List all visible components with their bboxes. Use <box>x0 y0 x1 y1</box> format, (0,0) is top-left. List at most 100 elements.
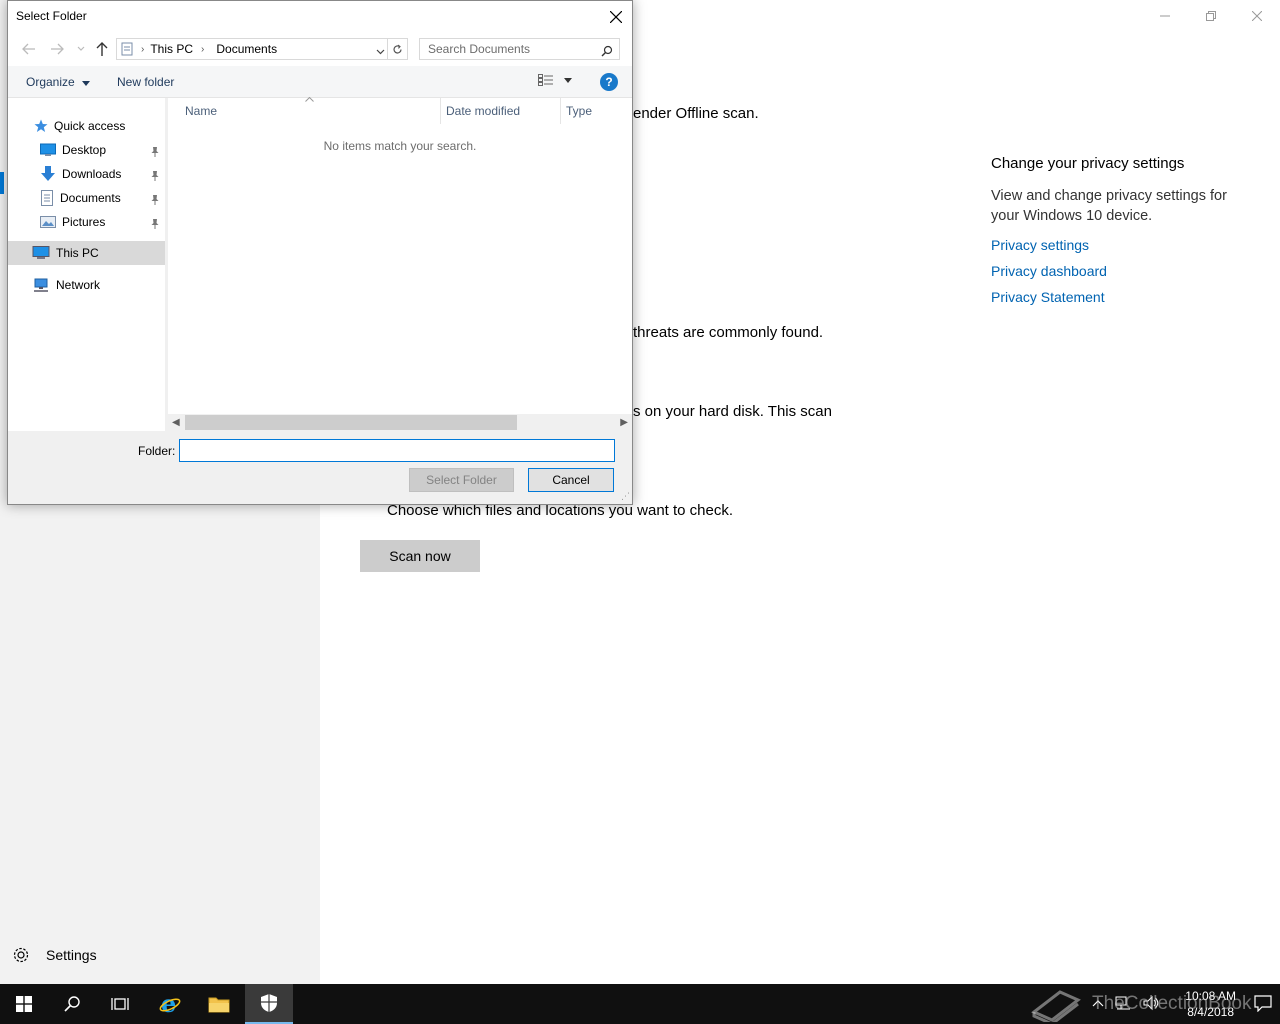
windows-defender-button[interactable] <box>245 984 293 1024</box>
tree-item-this-pc[interactable]: This PC <box>32 241 99 265</box>
back-arrow-icon <box>22 43 35 55</box>
scroll-right-icon[interactable]: ▶ <box>620 417 628 428</box>
start-button[interactable] <box>0 984 48 1024</box>
pin-icon <box>150 192 160 210</box>
search-icon <box>64 996 80 1012</box>
search-placeholder: Search Documents <box>428 42 531 56</box>
dialog-close-button[interactable] <box>600 1 632 32</box>
up-button[interactable] <box>93 40 111 58</box>
tree-item-desktop[interactable]: Desktop <box>40 138 106 162</box>
watermark-text: TheCollectionBook <box>1092 993 1252 1014</box>
chevron-down-icon <box>82 81 91 86</box>
organize-label: Organize <box>26 75 75 89</box>
scroll-left-icon[interactable]: ◀ <box>172 417 180 428</box>
address-bar[interactable]: › This PC › Documents <box>116 38 408 60</box>
pin-icon <box>150 144 160 162</box>
breadcrumb-this-pc[interactable]: This PC <box>150 42 193 56</box>
pictures-icon <box>40 215 56 229</box>
empty-results-message: No items match your search. <box>323 139 477 153</box>
privacy-statement-link[interactable]: Privacy Statement <box>991 284 1251 310</box>
column-separator[interactable] <box>560 98 561 124</box>
breadcrumb-separator-icon: › <box>141 43 145 55</box>
task-view-icon <box>111 998 129 1010</box>
dialog-title-bar[interactable]: Select Folder <box>8 1 632 32</box>
folder-icon <box>208 997 230 1013</box>
privacy-heading: Change your privacy settings <box>991 155 1185 172</box>
navigation-pane: Quick access Desktop Downloads Documents… <box>8 98 165 431</box>
tree-label: Network <box>56 278 101 292</box>
book-logo-icon <box>1031 990 1081 1022</box>
file-list: Name Date modified Type No items match y… <box>168 97 632 414</box>
help-button[interactable]: ? <box>600 73 618 91</box>
change-view-button[interactable] <box>538 74 572 86</box>
internet-explorer-icon: e <box>159 993 181 1015</box>
tree-item-quick-access[interactable]: Quick access <box>34 114 125 138</box>
minimize-button[interactable] <box>1142 0 1188 32</box>
privacy-dashboard-link[interactable]: Privacy dashboard <box>991 258 1251 284</box>
tree-item-network[interactable]: Network <box>32 273 100 297</box>
quick-scan-text: threats are commonly found. <box>633 324 824 341</box>
pin-icon <box>150 168 160 186</box>
scrollbar-thumb[interactable] <box>185 415 517 430</box>
column-header-date-modified[interactable]: Date modified <box>446 104 520 118</box>
view-details-icon <box>538 74 553 86</box>
documents-location-icon <box>121 42 133 56</box>
windows-logo-icon <box>16 996 32 1012</box>
select-folder-button[interactable]: Select Folder <box>409 468 514 492</box>
forward-button[interactable] <box>48 40 66 58</box>
full-scan-text: s on your hard disk. This scan <box>633 403 832 420</box>
downloads-arrow-icon <box>40 166 56 182</box>
tree-label: Quick access <box>54 119 126 133</box>
close-window-button[interactable] <box>1234 0 1280 32</box>
column-header-name[interactable]: Name <box>185 104 217 118</box>
help-icon: ? <box>605 75 613 89</box>
close-icon <box>610 10 622 23</box>
horizontal-scrollbar[interactable]: ◀ ▶ <box>168 414 632 431</box>
resize-grip-icon[interactable]: ⋰ <box>621 491 630 502</box>
dialog-title: Select Folder <box>16 9 87 23</box>
tree-item-downloads[interactable]: Downloads <box>40 162 121 186</box>
task-view-button[interactable] <box>96 984 144 1024</box>
tree-item-documents[interactable]: Documents <box>40 186 121 210</box>
command-toolbar: Organize New folder ? <box>8 66 632 98</box>
tree-label: Pictures <box>62 215 106 229</box>
star-icon <box>34 119 48 133</box>
breadcrumb-separator-icon: › <box>201 43 205 55</box>
privacy-settings-link[interactable]: Privacy settings <box>991 232 1251 258</box>
recent-locations-button[interactable] <box>72 40 90 58</box>
tree-item-pictures[interactable]: Pictures <box>40 210 105 234</box>
search-icon[interactable] <box>601 43 613 63</box>
back-button[interactable] <box>20 40 38 58</box>
new-folder-button[interactable]: New folder <box>117 75 174 89</box>
organize-menu[interactable]: Organize <box>26 75 91 89</box>
cancel-button[interactable]: Cancel <box>528 468 614 492</box>
computer-icon <box>32 246 50 260</box>
chevron-down-icon <box>77 46 85 51</box>
column-separator[interactable] <box>440 98 441 124</box>
column-header-type[interactable]: Type <box>566 104 592 118</box>
refresh-button[interactable] <box>387 39 407 59</box>
privacy-panel: Change your privacy settings View and ch… <box>991 155 1251 310</box>
up-arrow-icon <box>96 42 108 56</box>
folder-name-input[interactable] <box>179 439 615 462</box>
chevron-down-icon <box>564 77 572 83</box>
settings-nav-item[interactable]: Settings <box>12 946 97 964</box>
restore-button[interactable] <box>1188 0 1234 32</box>
file-explorer-button[interactable] <box>195 984 243 1024</box>
internet-explorer-button[interactable]: e <box>146 984 194 1024</box>
address-dropdown-icon[interactable] <box>376 44 385 58</box>
scan-now-button[interactable]: Scan now <box>360 540 480 572</box>
tree-label: Documents <box>60 191 121 205</box>
gear-icon <box>12 946 30 964</box>
offline-scan-text: ender Offline scan. <box>633 105 759 122</box>
select-folder-dialog: Select Folder › This PC › Documents Sear… <box>7 0 633 505</box>
search-taskbar-button[interactable] <box>48 984 96 1024</box>
breadcrumb-documents[interactable]: Documents <box>216 42 277 56</box>
action-center-button[interactable] <box>1254 994 1272 1017</box>
nav-selection-indicator <box>0 172 4 194</box>
tree-label: Desktop <box>62 143 107 157</box>
tree-label: This PC <box>56 246 99 260</box>
window-controls <box>1142 0 1280 32</box>
search-box[interactable]: Search Documents <box>419 38 620 60</box>
document-icon <box>40 190 54 206</box>
